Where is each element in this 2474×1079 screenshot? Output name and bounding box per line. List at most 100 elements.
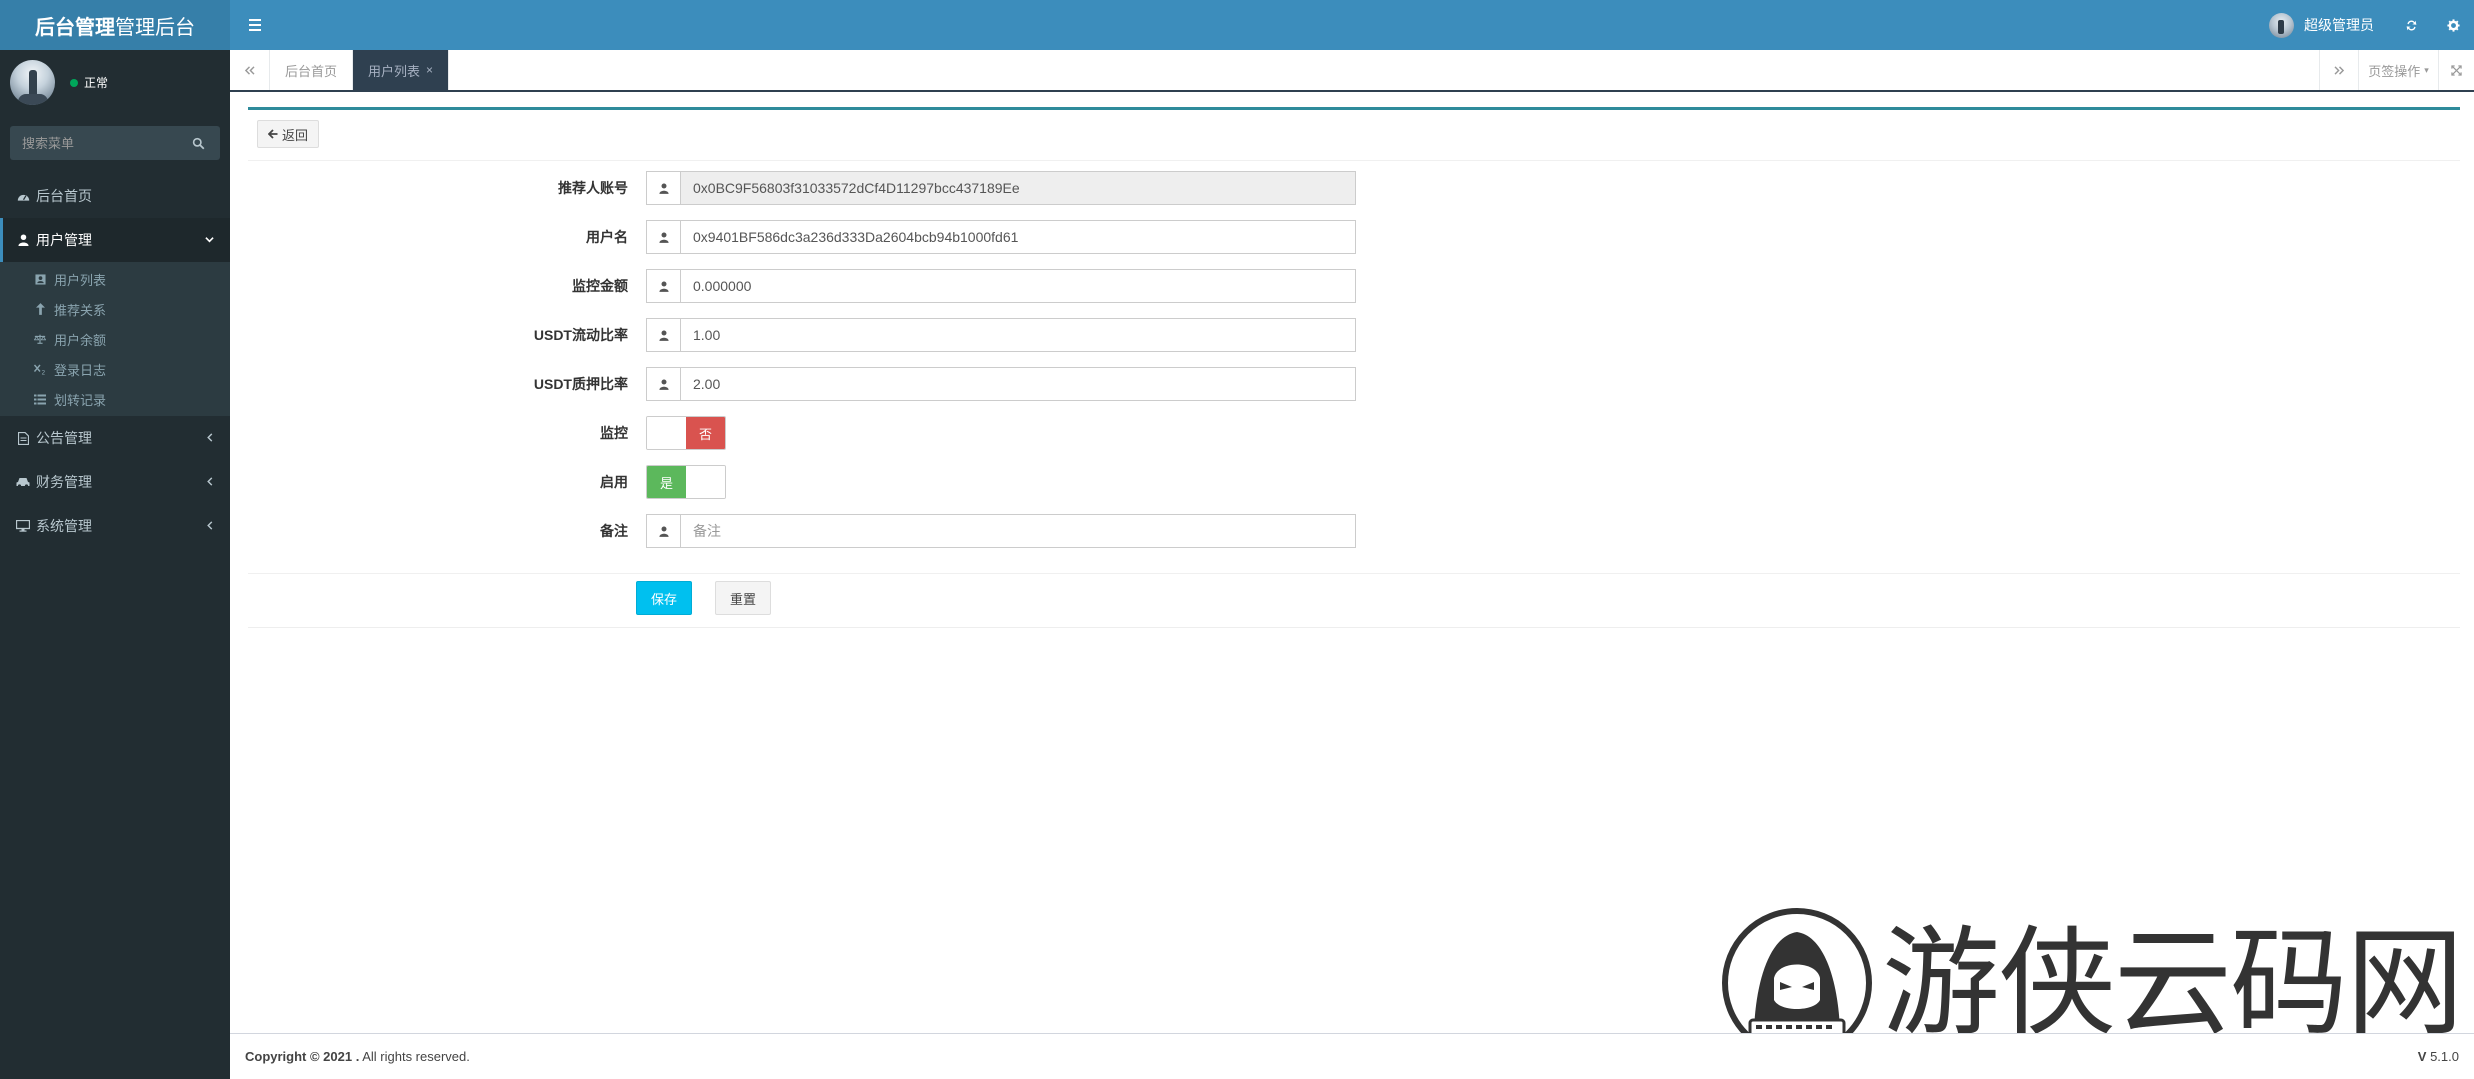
gear-icon[interactable] [2432,0,2474,50]
usdt-liquidity-ratio-input[interactable] [680,318,1356,352]
sidebar-item-user-management[interactable]: 用户管理 [0,218,230,262]
username-input[interactable] [680,220,1356,254]
field-label: 用户名 [586,229,628,245]
sidebar-menu: 后台首页 用户管理 用户列表 推荐关系 用户余额 2 登录日志 划转记录 公告管… [0,174,230,548]
tab-ops-label: 页签操作 [2368,63,2421,79]
sidebar-item-announcements[interactable]: 公告管理 [0,416,230,460]
monitor-toggle[interactable]: 否 [646,416,726,450]
caret-down-icon: ▾ [2424,64,2429,75]
sidebar-item-label: 用户管理 [36,232,92,248]
version-number: 5.1.0 [2426,1049,2459,1064]
list-icon [34,393,46,405]
back-label: 返回 [282,127,309,143]
user-panel: 正常 [0,50,230,120]
panel-top-border [248,107,2460,110]
tabs-bar: 后台首页 用户列表 × 页签操作 ▾ [230,50,2474,92]
hamburger-icon[interactable] [245,15,265,35]
user-icon [646,318,680,352]
form-row-usdt-liquidity: USDT流动比率 [248,318,2460,352]
sidebar-item-user-list[interactable]: 用户列表 [0,264,230,294]
user-submenu: 用户列表 推荐关系 用户余额 2 登录日志 划转记录 [0,262,230,416]
search-icon[interactable] [180,126,216,160]
enable-toggle[interactable]: 是 [646,465,726,499]
close-icon[interactable]: × [426,63,433,77]
footer: Copyright © 2021 . All rights reserved. … [230,1033,2474,1079]
user-icon [646,269,680,303]
reset-button[interactable]: 重置 [715,581,771,615]
sidebar-item-system[interactable]: 系统管理 [0,504,230,548]
sidebar-item-balance[interactable]: 用户余额 [0,324,230,354]
desktop-icon [16,519,30,533]
field-label: USDT流动比率 [533,327,628,343]
chevron-left-icon [206,519,214,533]
save-button[interactable]: 保存 [636,581,692,615]
svg-text:2: 2 [42,370,46,376]
fullscreen-icon[interactable] [2438,50,2474,90]
sub-item-label: 用户列表 [54,272,107,288]
sub-item-label: 推荐关系 [54,302,107,318]
chevron-left-icon [206,431,214,445]
tab-user-list[interactable]: 用户列表 × [353,50,450,90]
form-row-monitor-amount: 监控金额 [248,269,2460,303]
online-dot-icon [70,78,78,87]
sidebar-item-referral[interactable]: 推荐关系 [0,294,230,324]
refresh-icon[interactable] [2390,0,2432,50]
sidebar-item-label: 公告管理 [36,430,92,446]
sidebar-item-transfer-records[interactable]: 划转记录 [0,384,230,414]
toggle-state-off: 否 [686,417,725,449]
tab-ops-dropdown[interactable]: 页签操作 ▾ [2358,50,2438,90]
id-card-icon [34,273,46,285]
referrer-account-input[interactable] [680,171,1356,205]
sidebar-item-dashboard[interactable]: 后台首页 [0,174,230,218]
tab-dashboard[interactable]: 后台首页 [270,50,354,90]
user-icon [646,171,680,205]
user-icon [16,233,30,247]
user-menu[interactable]: 超级管理员 [2259,12,2390,38]
user-avatar-small [2269,12,2294,38]
subscript-icon: 2 [34,363,46,375]
input-group [646,318,1356,352]
sidebar-search [10,126,220,160]
form-row-referrer: 推荐人账号 [248,171,2460,205]
chevron-down-icon [205,233,214,247]
arrow-left-icon [267,127,278,142]
logo-text-normal: 管理后台 [115,16,195,39]
toggle-blank [686,466,725,498]
sub-item-label: 用户余额 [54,332,107,348]
top-right-menu: 超级管理员 [2259,0,2474,50]
remark-input[interactable] [680,514,1356,548]
input-group [646,171,1356,205]
tab-scroll-left-icon[interactable] [230,50,270,90]
watermark-text: 游侠云码网 [1882,914,2464,1052]
input-group [646,367,1356,401]
monitor-amount-input[interactable] [680,269,1356,303]
divider [248,160,2460,161]
copyright-rest: All rights reserved. [359,1049,470,1064]
file-icon [16,431,30,445]
status-text: 正常 [84,76,109,90]
main-content: 返回 推荐人账号 用户名 监控金额 USDT流动比率 USDT质押比率 [230,92,2474,1033]
search-input[interactable] [10,135,180,151]
input-group [646,514,1356,548]
tab-scroll-right-icon[interactable] [2319,50,2359,90]
sidebar: 正常 后台首页 用户管理 用户列表 [0,50,230,1079]
app-logo[interactable]: 后台管理 管理后台 [0,0,230,50]
divider [248,627,2460,628]
form-row-username: 用户名 [248,220,2460,254]
username-label: 超级管理员 [2304,17,2374,33]
user-icon [646,514,680,548]
user-icon [646,220,680,254]
sidebar-item-finance[interactable]: 财务管理 [0,460,230,504]
copyright: Copyright © 2021 . All rights reserved. [245,1049,470,1064]
toggle-blank [647,417,686,449]
sidebar-item-label: 后台首页 [36,188,92,204]
sidebar-item-login-log[interactable]: 2 登录日志 [0,354,230,384]
field-label: 推荐人账号 [558,180,628,196]
field-label: USDT质押比率 [533,376,628,392]
input-group [646,220,1356,254]
field-label: 监控金额 [572,278,628,294]
back-button[interactable]: 返回 [257,120,320,148]
arrow-up-icon [34,303,46,315]
user-status: 正常 [70,74,108,91]
usdt-pledge-ratio-input[interactable] [680,367,1356,401]
